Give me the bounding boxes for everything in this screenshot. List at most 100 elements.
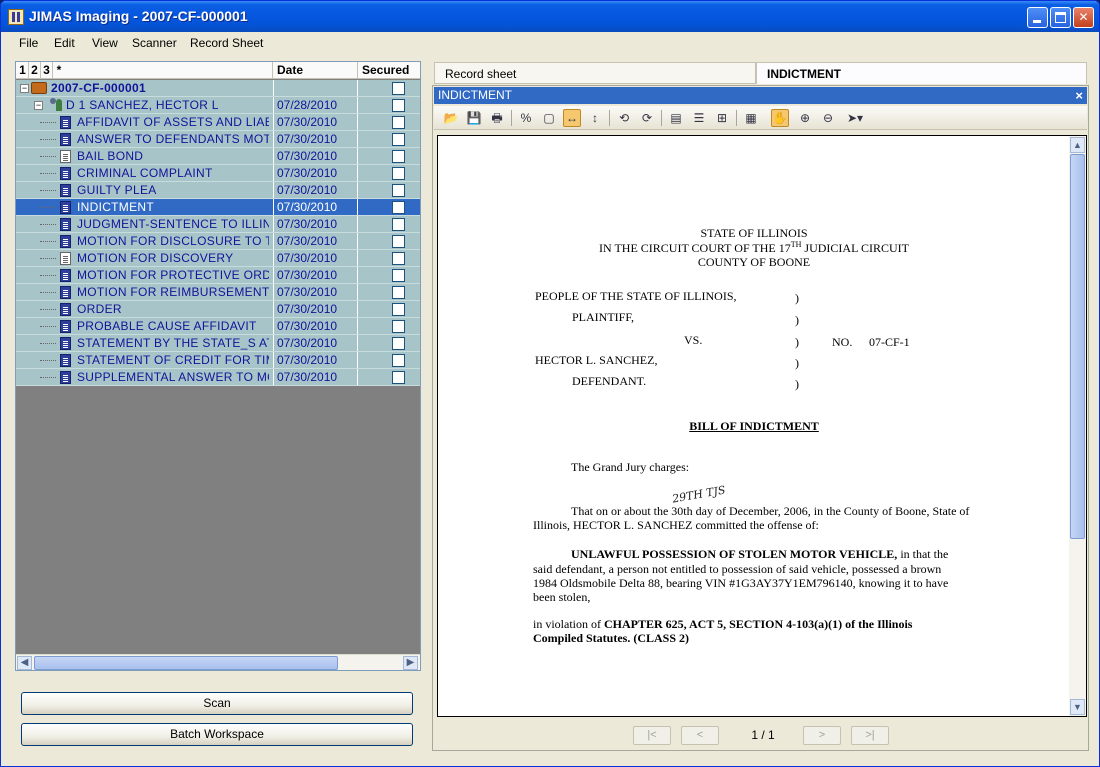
tree-row-document[interactable]: STATEMENT BY THE STATE_S ATTOI 07/30/2010 xyxy=(16,335,420,352)
tree-connector xyxy=(40,139,56,140)
batch-workspace-button[interactable]: Batch Workspace xyxy=(21,723,413,746)
print-icon[interactable]: 🖶 xyxy=(488,109,506,127)
scan-button[interactable]: Scan xyxy=(21,692,413,715)
tree-tab-3[interactable]: 3 xyxy=(41,62,53,79)
minimize-button[interactable] xyxy=(1027,7,1048,28)
actual-size-icon[interactable]: ▢ xyxy=(540,109,558,127)
collapse-icon[interactable]: − xyxy=(34,101,43,110)
secured-checkbox[interactable] xyxy=(392,82,405,95)
doc-court-text: IN THE CIRCUIT COURT OF THE 17 xyxy=(599,241,791,255)
continuous-page-icon[interactable]: ☰ xyxy=(690,109,708,127)
tree-row-party[interactable]: − D 1 SANCHEZ, HECTOR L 07/28/2010 xyxy=(16,97,420,114)
secured-checkbox[interactable] xyxy=(392,269,405,282)
tree-row-document[interactable]: CRIMINAL COMPLAINT 07/30/2010 xyxy=(16,165,420,182)
close-button[interactable]: ✕ xyxy=(1073,7,1094,28)
zoom-in-icon[interactable]: ⊕ xyxy=(796,109,814,127)
horizontal-scrollbar[interactable]: ◀ ▶ xyxy=(16,654,420,670)
maximize-button[interactable] xyxy=(1050,7,1071,28)
viewer-close-icon[interactable]: × xyxy=(1075,87,1083,104)
menu-scanner[interactable]: Scanner xyxy=(132,36,177,50)
menu-record-sheet[interactable]: Record Sheet xyxy=(190,36,263,50)
scroll-thumb[interactable] xyxy=(34,656,338,670)
tree-row-document[interactable]: ANSWER TO DEFENDANTS MOTION 07/30/2010 xyxy=(16,131,420,148)
tree-row-document[interactable]: STATEMENT OF CREDIT FOR TIME SI 07/30/201… xyxy=(16,352,420,369)
thumbnails-icon[interactable]: ⊞ xyxy=(713,109,731,127)
secured-checkbox[interactable] xyxy=(392,286,405,299)
fit-height-icon[interactable]: ↕ xyxy=(586,109,604,127)
secured-checkbox[interactable] xyxy=(392,201,405,214)
tree-tab-1[interactable]: 1 xyxy=(17,62,29,79)
vertical-scrollbar[interactable]: ▲ ▼ xyxy=(1069,136,1086,716)
document-date: 07/30/2010 xyxy=(273,148,357,164)
secured-checkbox[interactable] xyxy=(392,337,405,350)
scroll-right-icon[interactable]: ▶ xyxy=(403,656,418,670)
tab-indictment[interactable]: INDICTMENT xyxy=(756,62,1087,84)
scroll-left-icon[interactable]: ◀ xyxy=(17,656,32,670)
last-page-button[interactable]: >| xyxy=(851,726,889,745)
single-page-icon[interactable]: ▤ xyxy=(667,109,685,127)
secured-checkbox[interactable] xyxy=(392,150,405,163)
zoom-out-icon[interactable]: ⊖ xyxy=(819,109,837,127)
tree-row-document[interactable]: ORDER 07/30/2010 xyxy=(16,301,420,318)
secured-checkbox[interactable] xyxy=(392,116,405,129)
pan-hand-icon[interactable]: ✋ xyxy=(771,109,789,127)
secured-checkbox[interactable] xyxy=(392,252,405,265)
row-secured xyxy=(357,97,420,113)
tree-row-document[interactable]: AFFIDAVIT OF ASSETS AND LIABILITI 07/30/2… xyxy=(16,114,420,131)
secured-checkbox[interactable] xyxy=(392,303,405,316)
tree-row-document[interactable]: MOTION FOR PROTECTIVE ORDER 07/30/2010 xyxy=(16,267,420,284)
prev-page-button[interactable]: < xyxy=(681,726,719,745)
doc-dark-icon xyxy=(60,167,71,180)
tree-row-document[interactable]: SUPPLEMENTAL ANSWER TO MOTIC 07/30/2010 xyxy=(16,369,420,386)
secured-checkbox[interactable] xyxy=(392,99,405,112)
row-secured xyxy=(357,352,420,368)
secured-checkbox[interactable] xyxy=(392,235,405,248)
document-name: MOTION FOR PROTECTIVE ORDER xyxy=(77,268,269,282)
row-date: 07/28/2010 xyxy=(273,97,357,113)
column-secured[interactable]: Secured xyxy=(358,62,420,79)
tree-row-document[interactable]: MOTION FOR REIMBURSEMENT 07/30/2010 xyxy=(16,284,420,301)
tree-row-case[interactable]: − 2007-CF-000001 xyxy=(16,80,420,97)
tree-row-document[interactable]: BAIL BOND 07/30/2010 xyxy=(16,148,420,165)
scroll-thumb[interactable] xyxy=(1070,154,1085,539)
scroll-up-icon[interactable]: ▲ xyxy=(1070,137,1085,153)
rotate-left-icon[interactable]: ⟲ xyxy=(615,109,633,127)
document-page-area[interactable]: STATE OF ILLINOIS IN THE CIRCUIT COURT O… xyxy=(437,135,1087,717)
tree-row-document[interactable]: GUILTY PLEA 07/30/2010 xyxy=(16,182,420,199)
toolbar-separator xyxy=(661,110,662,126)
scroll-down-icon[interactable]: ▼ xyxy=(1070,699,1085,715)
secured-checkbox[interactable] xyxy=(392,354,405,367)
tree-tab-all[interactable]: * xyxy=(53,62,65,79)
fit-width-icon[interactable]: ↔ xyxy=(563,109,581,127)
column-date[interactable]: Date xyxy=(272,62,358,79)
tree-row-document[interactable]: INDICTMENT 07/30/2010 xyxy=(16,199,420,216)
tree-row-document[interactable]: MOTION FOR DISCLOSURE TO THE F 07/30/2010 xyxy=(16,233,420,250)
zoom-percent-icon[interactable]: % xyxy=(517,109,535,127)
secured-checkbox[interactable] xyxy=(392,320,405,333)
select-pointer-icon[interactable]: ➤▾ xyxy=(842,109,868,127)
row-secured xyxy=(357,114,420,130)
secured-checkbox[interactable] xyxy=(392,371,405,384)
menu-view[interactable]: View xyxy=(92,36,118,50)
tree-row-document[interactable]: JUDGMENT-SENTENCE TO ILLINOIS 07/30/2010 xyxy=(16,216,420,233)
secured-checkbox[interactable] xyxy=(392,133,405,146)
tree-row-document[interactable]: MOTION FOR DISCOVERY 07/30/2010 xyxy=(16,250,420,267)
doc-header-state: STATE OF ILLINOIS xyxy=(700,226,808,240)
save-icon[interactable]: 💾 xyxy=(465,109,483,127)
properties-icon[interactable]: ▦ xyxy=(742,109,760,127)
next-page-button[interactable]: > xyxy=(803,726,841,745)
menu-file[interactable]: File xyxy=(19,36,38,50)
menu-edit[interactable]: Edit xyxy=(54,36,75,50)
viewer-title-bar: INDICTMENT × xyxy=(434,87,1087,104)
rotate-right-icon[interactable]: ⟳ xyxy=(638,109,656,127)
collapse-icon[interactable]: − xyxy=(20,84,29,93)
tree-row-document[interactable]: PROBABLE CAUSE AFFIDAVIT 07/30/2010 xyxy=(16,318,420,335)
tab-record-sheet[interactable]: Record sheet xyxy=(434,62,756,84)
title-bar[interactable]: JIMAS Imaging - 2007-CF-000001 ✕ xyxy=(1,1,1099,32)
tree-tab-2[interactable]: 2 xyxy=(29,62,41,79)
secured-checkbox[interactable] xyxy=(392,167,405,180)
secured-checkbox[interactable] xyxy=(392,184,405,197)
secured-checkbox[interactable] xyxy=(392,218,405,231)
open-icon[interactable]: 📂 xyxy=(442,109,460,127)
first-page-button[interactable]: |< xyxy=(633,726,671,745)
